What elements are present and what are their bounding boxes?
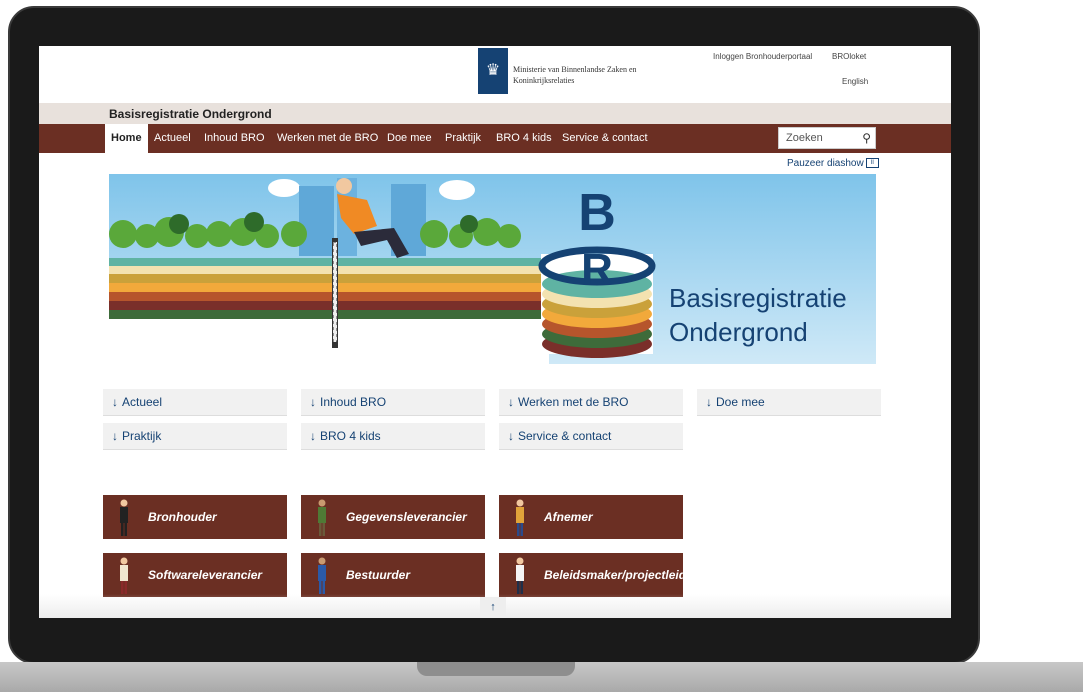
role-tile-afnemer[interactable]: Afnemer <box>499 495 683 539</box>
browser-viewport: ♛ Ministerie van Binnenlandse Zaken en K… <box>39 46 951 618</box>
rijksoverheid-logo[interactable]: ♛ <box>478 48 508 94</box>
banner-title-line2: Ondergrond <box>669 317 808 347</box>
quicklink-inhoud-bro[interactable]: ↓ Inhoud BRO <box>301 389 485 416</box>
nav-item-service-contact[interactable]: Service & contact <box>556 124 654 153</box>
back-to-top-button[interactable]: ↑ <box>480 597 506 618</box>
quicklink-praktijk[interactable]: ↓ Praktijk <box>103 423 287 450</box>
search-input[interactable]: Zoeken ⚲ <box>778 127 876 149</box>
search-placeholder: Zoeken <box>786 132 823 144</box>
role-tile-gegevensleverancier[interactable]: Gegevensleverancier <box>301 495 485 539</box>
pause-icon: II <box>865 158 879 169</box>
person-icon <box>318 499 326 536</box>
nav-item-home[interactable]: Home <box>105 124 148 153</box>
quicklink-label: Praktijk <box>122 429 162 443</box>
quicklink-label: Doe mee <box>716 395 765 409</box>
role-label: Bronhouder <box>148 510 217 524</box>
quicklink-doe-mee[interactable]: ↓ Doe mee <box>697 389 881 416</box>
role-tile-softwareleverancier[interactable]: Softwareleverancier <box>103 553 287 597</box>
quicklink-label: BRO 4 kids <box>320 429 381 443</box>
nav-item-inhoud-bro[interactable]: Inhoud BRO <box>198 124 271 153</box>
nav-item-werken-met-de-bro[interactable]: Werken met de BRO <box>271 124 384 153</box>
site-title: Basisregistratie Ondergrond <box>109 107 272 121</box>
quicklink-werken-met-de-bro[interactable]: ↓ Werken met de BRO <box>499 389 683 416</box>
banner-title-line1: Basisregistratie <box>669 283 847 313</box>
banner-title: Basisregistratie Ondergrond <box>669 281 847 349</box>
role-tile-bestuurder[interactable]: Bestuurder <box>301 553 485 597</box>
person-icon <box>516 557 524 594</box>
quicklink-label: Inhoud BRO <box>320 395 387 409</box>
arrow-down-icon: ↓ <box>508 395 514 409</box>
role-label: Bestuurder <box>346 568 411 582</box>
arrow-down-icon: ↓ <box>706 395 712 409</box>
arrow-down-icon: ↓ <box>310 429 316 443</box>
nav-item-doe-mee[interactable]: Doe mee <box>381 124 438 153</box>
quicklink-label: Werken met de BRO <box>518 395 629 409</box>
role-tile-beleidsmaker-projectleider[interactable]: Beleidsmaker/projectleider <box>499 553 683 597</box>
search-icon[interactable]: ⚲ <box>862 128 871 148</box>
arrow-down-icon: ↓ <box>112 429 118 443</box>
quicklink-bro-4-kids[interactable]: ↓ BRO 4 kids <box>301 423 485 450</box>
nav-item-praktijk[interactable]: Praktijk <box>439 124 487 153</box>
nav-item-bro-4-kids[interactable]: BRO 4 kids <box>490 124 558 153</box>
role-tile-bronhouder[interactable]: Bronhouder <box>103 495 287 539</box>
person-icon <box>120 557 128 594</box>
pause-slideshow-button[interactable]: Pauzeer diashow II <box>787 158 879 169</box>
quicklink-label: Actueel <box>122 395 163 409</box>
role-label: Beleidsmaker/projectleider <box>544 568 683 582</box>
role-label: Gegevensleverancier <box>346 510 467 524</box>
login-link[interactable]: Inloggen Bronhouderportaal <box>713 52 812 61</box>
person-icon <box>318 557 326 594</box>
ministry-name: Ministerie van Binnenlandse Zaken en Kon… <box>513 65 637 85</box>
person-icon <box>516 499 524 536</box>
bro-logo-letter-b: B <box>578 184 616 242</box>
hero-banner: B R Basisregistratie Ondergrond <box>109 174 876 364</box>
laptop-notch <box>417 662 575 676</box>
nav-item-actueel[interactable]: Actueel <box>148 124 197 153</box>
arrow-down-icon: ↓ <box>112 395 118 409</box>
language-link[interactable]: English <box>842 77 868 86</box>
quicklink-service-contact[interactable]: ↓ Service & contact <box>499 423 683 450</box>
quicklink-label: Service & contact <box>518 429 612 443</box>
arrow-down-icon: ↓ <box>310 395 316 409</box>
arrow-down-icon: ↓ <box>508 429 514 443</box>
role-label: Afnemer <box>544 510 593 524</box>
person-icon <box>120 499 128 536</box>
bro-logo-letter-r: R <box>581 245 613 294</box>
broloket-link[interactable]: BROloket <box>832 52 866 61</box>
role-label: Softwareleverancier <box>148 568 263 582</box>
pause-slideshow-label: Pauzeer diashow <box>787 158 864 169</box>
quicklink-actueel[interactable]: ↓ Actueel <box>103 389 287 416</box>
